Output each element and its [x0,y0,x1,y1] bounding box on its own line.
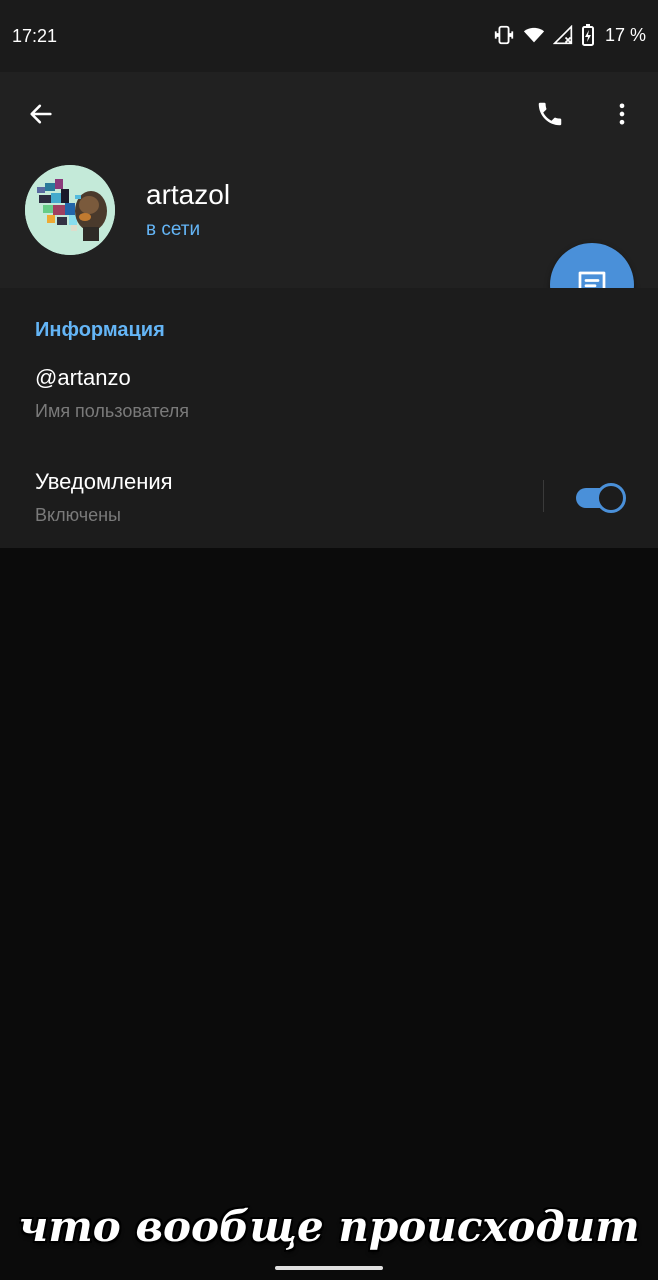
phone-icon [538,102,562,126]
notifications-status: Включены [35,505,121,525]
status-time: 17:21 [12,26,58,46]
divider [543,480,544,512]
wifi-icon [523,24,545,46]
username-value[interactable]: @artanzo [35,365,131,391]
home-indicator[interactable] [275,1266,383,1270]
toggle-knob [596,483,626,513]
profile-name: artazol [146,179,231,210]
no-signal-icon [552,25,573,45]
battery-charging-icon [581,24,595,46]
username-label: Имя пользователя [35,401,190,421]
more-vertical-icon [619,103,625,125]
profile-header: artazol в сети [0,72,658,288]
more-menu-button[interactable] [598,90,646,138]
notifications-toggle[interactable] [574,483,626,513]
notifications-title[interactable]: Уведомления [35,469,173,495]
call-button[interactable] [526,90,574,138]
profile-status: в сети [146,219,201,240]
status-bar: 17:21 17 % [0,0,658,72]
status-icons: 17 % [493,24,646,46]
meme-caption: что вообще происходит [18,1202,640,1251]
avatar[interactable] [25,165,115,255]
arrow-left-icon [30,104,52,124]
info-section-title: Информация [35,319,165,341]
avatar-image [25,165,115,255]
battery-percentage: 17 % [604,24,646,45]
info-section: Информация @artanzo Имя пользователя Уве… [0,288,658,548]
vibrate-icon [493,24,515,46]
back-button[interactable] [17,90,65,138]
